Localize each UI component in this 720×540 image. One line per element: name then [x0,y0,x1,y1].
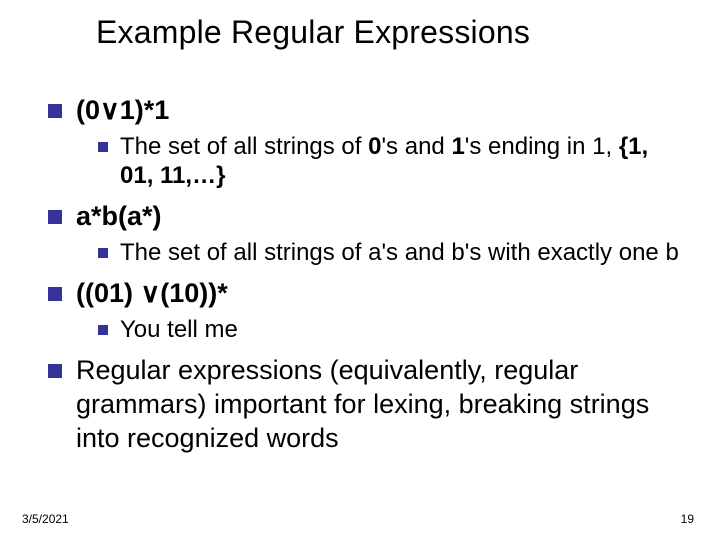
slide: { "title": "Example Regular Expressions"… [0,0,720,540]
regex-description: The set of all strings of a's and b's wi… [120,238,679,267]
square-bullet-icon [48,210,62,224]
closing-text: Regular expressions (equivalently, regul… [76,354,680,455]
square-bullet-icon [48,287,62,301]
square-bullet-icon [98,325,108,335]
bullet-level1: a*b(a*) [48,200,680,234]
bullet-level2: You tell me [98,315,680,344]
regex-expression: ((01) ∨(10))* [76,277,228,311]
regex-expression: (0∨1)*1 [76,94,169,128]
bullet-level2: The set of all strings of a's and b's wi… [98,238,680,267]
footer-page-number: 19 [681,512,694,526]
regex-description: The set of all strings of 0's and 1's en… [120,132,680,191]
bullet-level1: ((01) ∨(10))* [48,277,680,311]
regex-description: You tell me [120,315,238,344]
footer-date: 3/5/2021 [22,512,69,526]
square-bullet-icon [48,104,62,118]
slide-content: (0∨1)*1 The set of all strings of 0's an… [48,84,680,456]
square-bullet-icon [48,364,62,378]
bullet-level2: The set of all strings of 0's and 1's en… [98,132,680,191]
square-bullet-icon [98,142,108,152]
slide-title: Example Regular Expressions [96,14,530,51]
bullet-level1: Regular expressions (equivalently, regul… [48,354,680,455]
square-bullet-icon [98,248,108,258]
regex-expression: a*b(a*) [76,200,162,234]
bullet-level1: (0∨1)*1 [48,94,680,128]
